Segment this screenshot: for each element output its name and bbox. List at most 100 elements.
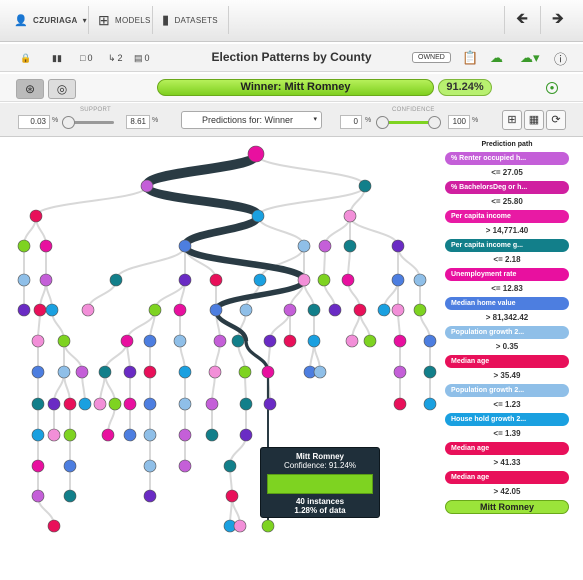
grid-icon[interactable]: ▦ xyxy=(524,110,544,130)
tree-node[interactable] xyxy=(393,365,407,379)
tree-node[interactable] xyxy=(345,334,359,348)
path-field[interactable]: Median age xyxy=(445,355,569,368)
cloud-settings-icon[interactable]: ☁▾ xyxy=(520,50,540,66)
tree-node[interactable] xyxy=(93,397,107,411)
arrow-right-icon[interactable]: 🡺 xyxy=(545,8,571,32)
tree-node[interactable] xyxy=(208,365,222,379)
tree-node[interactable] xyxy=(47,428,61,442)
tree-node[interactable] xyxy=(178,273,192,287)
tree-node[interactable] xyxy=(358,179,372,193)
tree-node[interactable] xyxy=(341,273,355,287)
tree-node[interactable] xyxy=(343,209,357,223)
models-button[interactable]: ⊞ MODELS xyxy=(98,6,151,34)
path-field[interactable]: House hold growth 2... xyxy=(445,413,569,426)
tree-node[interactable] xyxy=(173,334,187,348)
tree-node[interactable] xyxy=(17,303,31,317)
tree-node[interactable] xyxy=(393,397,407,411)
sunburst-view-icon[interactable]: ◎ xyxy=(48,79,76,99)
refresh-icon[interactable]: ⟳ xyxy=(546,110,566,130)
tree-node[interactable] xyxy=(317,273,331,287)
tree-node[interactable] xyxy=(123,428,137,442)
datasets-button[interactable]: ▮ DATASETS xyxy=(162,6,218,34)
tree-node[interactable] xyxy=(143,334,157,348)
tree-node[interactable] xyxy=(47,397,61,411)
tree-node[interactable] xyxy=(143,428,157,442)
tree-node[interactable] xyxy=(209,303,223,317)
tree-node[interactable] xyxy=(393,334,407,348)
tree-node[interactable] xyxy=(377,303,391,317)
tree-node[interactable] xyxy=(31,459,45,473)
tree-node[interactable] xyxy=(78,397,92,411)
confidence-max-handle[interactable] xyxy=(428,116,441,129)
tree-node[interactable] xyxy=(205,397,219,411)
tree-node[interactable] xyxy=(423,334,437,348)
tree-node[interactable] xyxy=(39,273,53,287)
path-field[interactable]: Per capita income g... xyxy=(445,239,569,252)
tree-node[interactable] xyxy=(313,365,327,379)
path-field[interactable]: Population growth 2... xyxy=(445,384,569,397)
confidence-min-input[interactable]: 0 xyxy=(340,115,362,129)
arrow-left-icon[interactable]: 🡸 xyxy=(509,8,535,32)
tree-node[interactable] xyxy=(205,428,219,442)
support-max-input[interactable]: 8.61 xyxy=(126,115,150,129)
tree-node[interactable] xyxy=(423,365,437,379)
tree-node[interactable] xyxy=(283,334,297,348)
tree-node[interactable] xyxy=(209,273,223,287)
path-field[interactable]: Median age xyxy=(445,471,569,484)
tree-node[interactable] xyxy=(391,239,405,253)
document-icon[interactable]: 📋 xyxy=(462,50,478,66)
tree-node[interactable] xyxy=(233,519,247,533)
tree-node[interactable] xyxy=(261,365,275,379)
tree-node[interactable] xyxy=(45,303,59,317)
tree-node[interactable] xyxy=(178,428,192,442)
tree-node[interactable] xyxy=(47,519,61,533)
tree-node[interactable] xyxy=(17,239,31,253)
tree-node[interactable] xyxy=(343,239,357,253)
tree-node[interactable] xyxy=(239,397,253,411)
path-field[interactable]: Median age xyxy=(445,442,569,455)
path-field[interactable]: Per capita income xyxy=(445,210,569,223)
tree-node[interactable] xyxy=(173,303,187,317)
tree-node[interactable] xyxy=(423,397,437,411)
fit-view-icon[interactable]: ⊞ xyxy=(502,110,522,130)
tree-node[interactable] xyxy=(391,303,405,317)
tree-node[interactable] xyxy=(318,239,332,253)
tree-node[interactable] xyxy=(143,489,157,503)
tree-node[interactable] xyxy=(353,303,367,317)
tree-node[interactable] xyxy=(307,303,321,317)
tree-node[interactable] xyxy=(101,428,115,442)
path-field[interactable]: Median home value xyxy=(445,297,569,310)
tree-node[interactable] xyxy=(263,334,277,348)
tree-node[interactable] xyxy=(75,365,89,379)
tree-node[interactable] xyxy=(17,273,31,287)
tree-node[interactable] xyxy=(253,273,267,287)
tree-node[interactable] xyxy=(63,459,77,473)
path-field[interactable]: % BachelorsDeg or h... xyxy=(445,181,569,194)
tree-node[interactable] xyxy=(251,209,265,223)
info-icon[interactable]: ⓘ xyxy=(554,50,567,67)
tree-node[interactable] xyxy=(391,273,405,287)
tree-node[interactable] xyxy=(238,365,252,379)
tree-node[interactable] xyxy=(63,428,77,442)
tree-node[interactable] xyxy=(143,365,157,379)
tree-node[interactable] xyxy=(413,303,427,317)
tree-node[interactable] xyxy=(143,459,157,473)
path-field[interactable]: Unemployment rate xyxy=(445,268,569,281)
tree-node[interactable] xyxy=(57,334,71,348)
tree-node[interactable] xyxy=(31,428,45,442)
tree-node[interactable] xyxy=(363,334,377,348)
tree-node[interactable] xyxy=(178,365,192,379)
tree-node[interactable] xyxy=(297,239,311,253)
tree-node[interactable] xyxy=(223,459,237,473)
tree-node[interactable] xyxy=(231,334,245,348)
tree-node[interactable] xyxy=(307,334,321,348)
tree-node[interactable] xyxy=(297,273,311,287)
tree-node[interactable] xyxy=(143,397,157,411)
tree-node[interactable] xyxy=(57,365,71,379)
tree-node[interactable] xyxy=(413,273,427,287)
tree-node[interactable] xyxy=(31,365,45,379)
confidence-max-input[interactable]: 100 xyxy=(448,115,470,129)
tree-node[interactable] xyxy=(31,334,45,348)
tree-node[interactable] xyxy=(108,397,122,411)
tree-node[interactable] xyxy=(178,397,192,411)
